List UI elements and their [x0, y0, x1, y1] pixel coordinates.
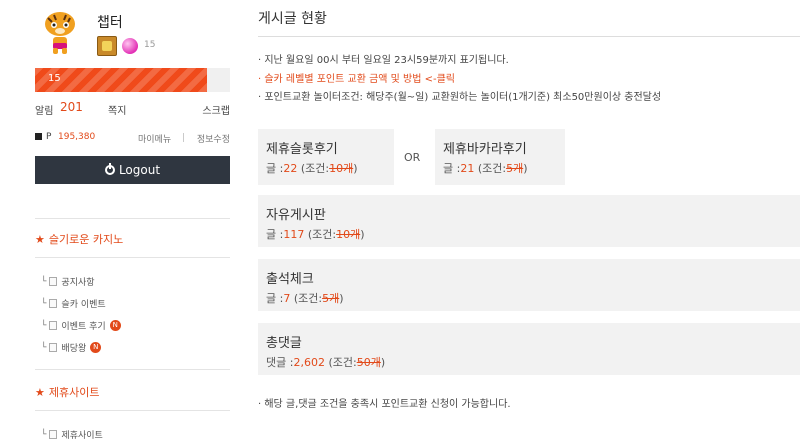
main-content: 게시글 현황 · 지난 월요일 00시 부터 일요일 23시59분까지 표기됩니…	[258, 0, 800, 445]
level-number: 15	[144, 40, 156, 50]
board-title: 제휴슬롯후기	[266, 142, 338, 157]
board-box-total-comments[interactable]: 총댓글 댓글 :2,602 (조건:50개)	[258, 323, 800, 375]
stats-row: 알림 201 쪽지 스크랩	[35, 100, 230, 118]
sidebar-item-label: 이벤트 후기	[61, 322, 106, 332]
new-badge: N	[90, 342, 102, 353]
tiger-avatar[interactable]	[40, 10, 80, 56]
footer-note: · 해당 글,댓글 조건을 충족시 포인트교환 신청이 가능합니다.	[258, 399, 511, 410]
board-title: 자유게시판	[266, 208, 326, 223]
scrap-link[interactable]: 스크랩	[202, 102, 230, 117]
sidebar-item-event-reviews[interactable]: └ 이벤트 후기 N	[41, 319, 121, 332]
board-box-baccarat-reviews[interactable]: 제휴바카라후기 글 :21 (조건:5개)	[435, 129, 565, 185]
profile-card: 챕터 15	[40, 10, 240, 60]
alarm-count[interactable]: 201	[60, 100, 83, 114]
points-row: P 195,380 마이메뉴 | 정보수정	[35, 132, 230, 146]
document-icon	[49, 299, 58, 308]
title-underline	[258, 36, 800, 37]
board-title: 총댓글	[266, 336, 302, 351]
pink-orb-icon	[122, 38, 138, 54]
board-count: 글 :21 (조건:5개)	[443, 162, 528, 175]
sidebar-item-label: 슬카 이벤트	[61, 300, 106, 310]
info-line: · 지난 월요일 00시 부터 일요일 23시59분까지 표기됩니다.	[258, 55, 509, 66]
sidebar-item-notice[interactable]: └ 공지사항	[41, 275, 95, 289]
tree-branch-icon: └	[41, 342, 47, 353]
board-count: 글 :7 (조건:5개)	[266, 292, 344, 305]
my-menu-link[interactable]: 마이메뉴	[138, 132, 171, 145]
divider	[35, 257, 230, 258]
edit-info-link[interactable]: 정보수정	[197, 132, 230, 145]
tree-branch-icon: └	[41, 298, 47, 309]
document-icon	[49, 430, 58, 439]
document-icon	[49, 343, 58, 352]
board-count: 댓글 :2,602 (조건:50개)	[266, 356, 386, 369]
nickname: 챕터	[97, 15, 123, 31]
points-label: P	[46, 132, 52, 142]
points-value: 195,380	[58, 132, 96, 142]
sidebar-item-partner-sites[interactable]: └ 제휴사이트	[41, 428, 103, 442]
memo-link[interactable]: 쪽지	[108, 102, 126, 117]
xp-progress-stripes	[35, 68, 207, 92]
sidebar-item-label: 제휴사이트	[61, 431, 103, 441]
board-title: 제휴바카라후기	[443, 142, 527, 157]
divider	[35, 410, 230, 411]
board-box-attendance[interactable]: 출석체크 글 :7 (조건:5개)	[258, 259, 800, 311]
divider	[35, 218, 230, 219]
board-count: 글 :117 (조건:10개)	[266, 228, 365, 241]
xp-progress-label: 15	[48, 73, 61, 84]
or-label: OR	[404, 151, 421, 164]
tree-branch-icon: └	[41, 429, 47, 440]
level-exchange-link[interactable]: · 슬카 레벨별 포인트 교환 금액 및 방법 <-클릭	[258, 70, 455, 85]
section-title-partners[interactable]: ★ 제휴사이트	[35, 384, 99, 400]
divider	[35, 369, 230, 370]
star-icon: ★	[35, 233, 45, 246]
board-title: 출석체크	[266, 272, 314, 287]
sidebar-item-label: 공지사항	[61, 278, 95, 288]
alarm-link[interactable]: 알림	[35, 102, 53, 117]
sidebar-item-dividend-king[interactable]: └ 배당왕 N	[41, 341, 102, 354]
sidebar-item-label: 배당왕	[61, 344, 87, 354]
board-box-free-board[interactable]: 자유게시판 글 :117 (조건:10개)	[258, 195, 800, 247]
section-title-casino[interactable]: ★ 슬기로운 카지노	[35, 231, 123, 247]
board-box-slot-reviews[interactable]: 제휴슬롯후기 글 :22 (조건:10개)	[258, 129, 394, 185]
board-count: 글 :22 (조건:10개)	[266, 162, 358, 175]
power-icon	[104, 163, 115, 175]
sidebar-item-events[interactable]: └ 슬카 이벤트	[41, 297, 106, 311]
document-icon	[49, 321, 58, 330]
new-badge: N	[109, 320, 121, 331]
star-icon: ★	[35, 386, 45, 399]
logout-label: Logout	[118, 163, 161, 177]
level-badge-icon	[97, 36, 117, 56]
link-divider: |	[182, 133, 186, 143]
document-icon	[49, 277, 58, 286]
wallet-icon	[35, 133, 42, 140]
xp-progress-bar: 15	[35, 68, 230, 92]
info-line: · 포인트교환 놀이터조건: 해당주(월~일) 교환원하는 놀이터(1개기준) …	[258, 92, 662, 103]
sidebar: 챕터 15 15 알림 201 쪽지 스크랩 P 195,380 마이메뉴 | …	[0, 0, 240, 445]
tree-branch-icon: └	[41, 320, 47, 331]
logout-button[interactable]: Logout	[35, 156, 230, 184]
page-title: 게시글 현황	[258, 11, 327, 27]
tree-branch-icon: └	[41, 276, 47, 287]
